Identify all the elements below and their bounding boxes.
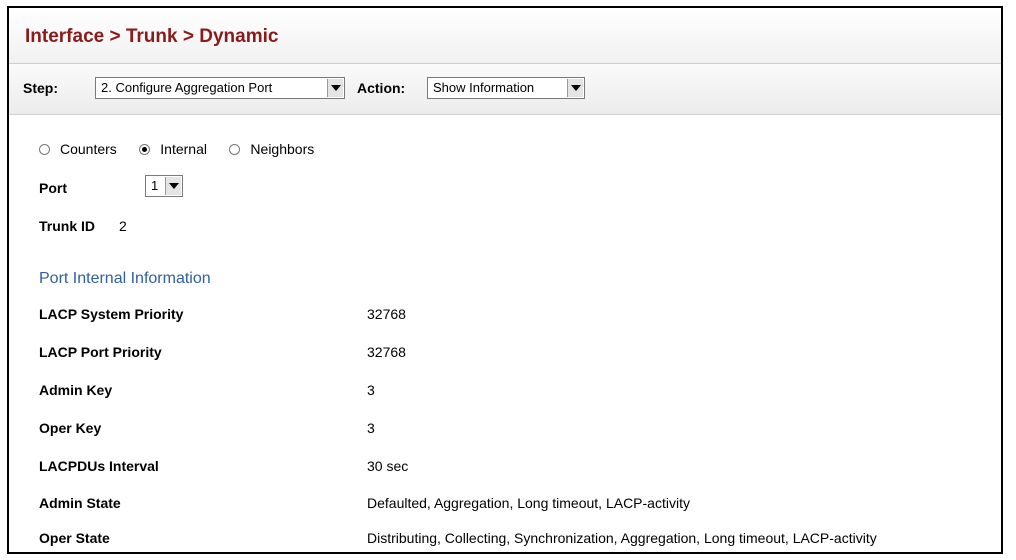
port-select-value: 1 <box>151 178 159 193</box>
chevron-down-icon <box>567 79 583 97</box>
info-row-value: 30 sec <box>367 458 409 474</box>
page-title: Interface > Trunk > Dynamic <box>25 26 279 47</box>
radio-button-icon[interactable] <box>229 143 241 155</box>
radio-button-icon[interactable] <box>39 143 50 155</box>
port-label: Port <box>39 180 67 196</box>
info-row-value: 32768 <box>367 344 406 360</box>
radio-neighbors[interactable]: Neighbors <box>229 141 314 157</box>
info-row-value: 3 <box>367 382 375 398</box>
info-row-label: LACP Port Priority <box>39 344 162 360</box>
info-row-value: 3 <box>367 420 375 436</box>
view-option-group: Counters Internal Neighbors <box>39 140 332 160</box>
chevron-down-icon <box>165 177 181 195</box>
port-select[interactable]: 1 <box>145 175 183 197</box>
chevron-down-icon <box>327 79 343 97</box>
info-row-value: Defaulted, Aggregation, Long timeout, LA… <box>367 495 690 511</box>
step-select[interactable]: 2. Configure Aggregation Port <box>95 77 345 99</box>
radio-button-checked-icon[interactable] <box>139 143 151 155</box>
info-row-value: 32768 <box>367 306 406 322</box>
radio-neighbors-label: Neighbors <box>250 140 315 157</box>
info-row-label: Oper State <box>39 530 110 546</box>
dynamic-trunk-panel: Interface > Trunk > Dynamic Step: 2. Con… <box>7 6 1003 554</box>
radio-counters-label: Counters <box>60 140 117 157</box>
trunk-id-label: Trunk ID <box>39 218 96 234</box>
info-row-label: Admin State <box>39 495 121 511</box>
radio-internal-label: Internal <box>160 140 207 157</box>
info-row-label: LACP System Priority <box>39 306 184 322</box>
title-bar: Interface > Trunk > Dynamic <box>9 8 1001 64</box>
radio-internal[interactable]: Internal <box>139 141 207 157</box>
radio-counters[interactable]: Counters <box>39 141 117 157</box>
step-action-bar: Step: 2. Configure Aggregation Port Acti… <box>9 64 1001 115</box>
action-select-value: Show Information <box>433 80 535 95</box>
step-select-value: 2. Configure Aggregation Port <box>101 80 273 95</box>
info-row-label: LACPDUs Interval <box>39 458 159 474</box>
info-row-value: Distributing, Collecting, Synchronizatio… <box>367 530 877 546</box>
action-select[interactable]: Show Information <box>427 77 585 99</box>
info-row-label: Admin Key <box>39 382 113 398</box>
section-title: Port Internal Information <box>39 270 211 287</box>
info-row-label: Oper Key <box>39 420 102 436</box>
trunk-id-value: 2 <box>119 218 127 234</box>
action-label: Action: <box>357 80 406 96</box>
step-label: Step: <box>23 80 58 96</box>
